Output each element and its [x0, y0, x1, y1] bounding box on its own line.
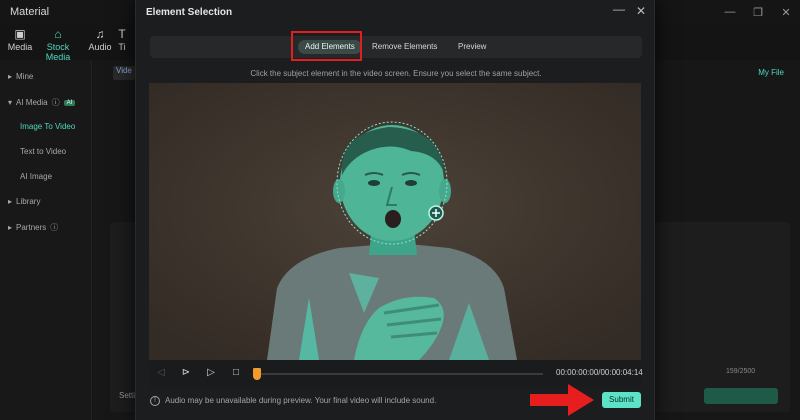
red-arrow-icon — [530, 384, 594, 416]
chevron-right-icon: ▸ — [8, 223, 13, 232]
minimize-icon[interactable]: — — [716, 0, 744, 24]
sidebar-item-label: AI Media — [16, 98, 48, 107]
toolbar-media-label: Media — [7, 42, 33, 52]
minimize-icon[interactable]: — — [611, 2, 627, 16]
toolbar-media[interactable]: ▣ Media — [0, 26, 40, 52]
sidebar-item-label: Library — [16, 197, 41, 206]
chevron-right-icon: ▸ — [8, 197, 13, 206]
toolbar-audio-label: Audio — [88, 42, 112, 52]
chevron-down-icon: ▾ — [8, 98, 13, 107]
info-icon: ⓘ — [51, 98, 60, 107]
info-icon: ⓘ — [50, 223, 59, 232]
store-icon: ⌂ — [54, 27, 62, 41]
sidebar-item-mine[interactable]: ▸ Mine — [8, 72, 33, 81]
stop-icon[interactable]: □ — [229, 366, 243, 380]
text-icon: T — [118, 27, 126, 41]
toolbar-stock-media-label: Stock Media — [45, 42, 71, 62]
video-canvas[interactable] — [149, 83, 641, 360]
app-title: Material — [10, 6, 50, 18]
sidebar-item-ai-image[interactable]: AI Image — [20, 172, 52, 181]
my-file-link[interactable]: My File — [758, 68, 784, 77]
toolbar-stock-media[interactable]: ⌂ Stock Media — [38, 26, 78, 62]
element-selection-dialog: Element Selection — ✕ Add Elements Remov… — [135, 0, 655, 420]
tab-remove-elements[interactable]: Remove Elements — [365, 40, 444, 54]
tab-highlight-box — [291, 31, 362, 61]
close-icon[interactable]: ✕ — [633, 4, 649, 18]
tab-preview[interactable]: Preview — [451, 40, 493, 54]
media-icon: ▣ — [14, 27, 26, 41]
sidebar-item-label: Text to Video — [20, 147, 67, 156]
sidebar-item-library[interactable]: ▸ Library — [8, 197, 40, 206]
restore-icon[interactable]: ❐ — [744, 0, 772, 24]
sidebar-item-image-to-video[interactable]: Image To Video — [20, 122, 75, 131]
sidebar-item-label: AI Image — [20, 172, 53, 181]
instruction-text: Click the subject element in the video s… — [250, 69, 542, 78]
play-icon[interactable]: ▷ — [204, 366, 218, 380]
sidebar-item-ai-media[interactable]: ▾ AI Media ⓘ AI — [8, 97, 76, 108]
sidebar-item-label: Image To Video — [20, 122, 76, 131]
tabs-bar: Add Elements Remove Elements Preview — [150, 36, 642, 58]
settings-label: Setti — [119, 391, 136, 400]
timecode: 00:00:00:00/00:00:04:14 — [556, 368, 643, 377]
sidebar-item-label: Partners — [16, 223, 47, 232]
window-controls: — ❐ ✕ — [716, 0, 800, 24]
playhead-handle[interactable] — [253, 368, 261, 380]
toolbar-titles-label: Ti — [118, 42, 126, 52]
ai-badge: AI — [63, 99, 76, 106]
sidebar-item-label: Mine — [16, 72, 34, 81]
dialog-title: Element Selection — [146, 7, 233, 18]
video-frame — [149, 83, 641, 360]
progress-track[interactable] — [257, 373, 543, 375]
submit-button[interactable]: Submit — [602, 392, 641, 408]
sidebar-item-partners[interactable]: ▸ Partners ⓘ — [8, 222, 58, 233]
info-icon: ! — [150, 396, 160, 406]
bg-tab[interactable]: Vide — [113, 66, 135, 80]
chevron-right-icon: ▸ — [8, 72, 13, 81]
close-app-icon[interactable]: ✕ — [772, 0, 800, 24]
toolbar-titles[interactable]: T Ti — [111, 26, 133, 52]
sidebar-item-text-to-video[interactable]: Text to Video — [20, 147, 66, 156]
prev-frame-icon[interactable]: ◁ — [154, 366, 168, 380]
sidebar: ▸ Mine ▾ AI Media ⓘ AI Image To Video Te… — [0, 60, 92, 420]
audio-notice: Audio may be unavailable during preview.… — [165, 396, 437, 405]
char-counter: 159/2500 — [726, 368, 756, 375]
next-frame-icon[interactable]: ⊳ — [179, 366, 193, 380]
generate-button[interactable] — [704, 388, 778, 404]
